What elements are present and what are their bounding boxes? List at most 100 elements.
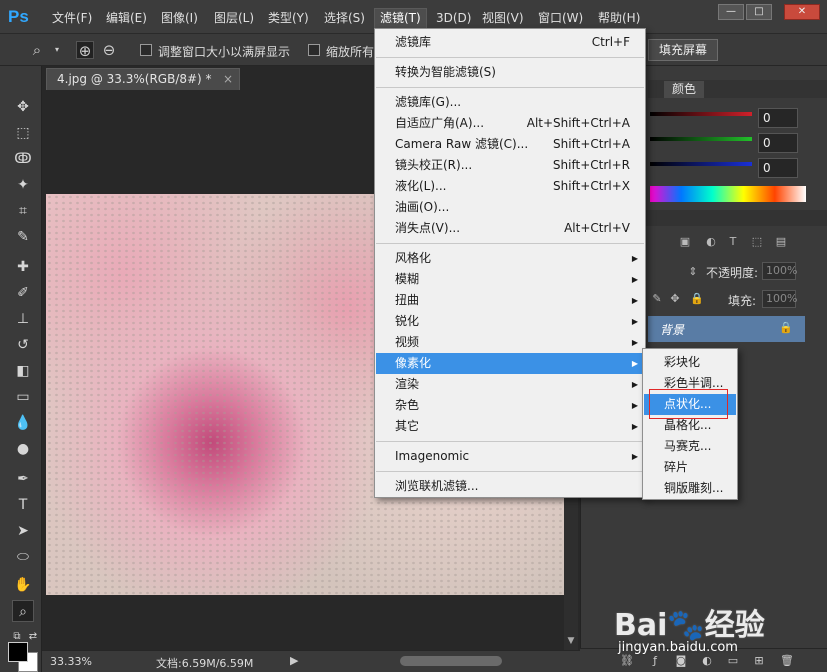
zoom-level[interactable]: 33.33% bbox=[50, 655, 92, 668]
eraser-tool-icon[interactable]: ◧ bbox=[12, 360, 34, 382]
type-layer-filter-icon[interactable]: T bbox=[726, 235, 740, 249]
pen-tool-icon[interactable]: ✒ bbox=[12, 468, 34, 490]
history-brush-tool-icon[interactable]: ↺ bbox=[12, 334, 34, 356]
submenu-arrow-icon: ▶ bbox=[631, 401, 638, 410]
blue-value-field[interactable]: 0 bbox=[758, 158, 798, 178]
zoom-tool-icon[interactable]: ⌕ bbox=[12, 600, 34, 622]
menu-image[interactable]: 图像(I) bbox=[161, 9, 198, 27]
filter-menu-item[interactable]: 像素化 ▶ bbox=[376, 353, 644, 374]
menu-view[interactable]: 视图(V) bbox=[482, 9, 524, 27]
filter-menu-item[interactable]: 液化(L)... Shift+Ctrl+X bbox=[376, 176, 644, 197]
tab-color[interactable]: 颜色 bbox=[664, 81, 704, 98]
hand-tool-icon[interactable]: ✋ bbox=[12, 574, 34, 596]
menu-filter[interactable]: 滤镜(T) bbox=[374, 8, 427, 28]
smart-object-filter-icon[interactable]: ▤ bbox=[774, 235, 788, 249]
maximize-button[interactable]: □ bbox=[746, 4, 772, 20]
filter-menu-item[interactable]: Imagenomic ▶ bbox=[376, 446, 644, 467]
green-slider[interactable] bbox=[650, 137, 752, 141]
fill-screen-button[interactable]: 填充屏幕 bbox=[648, 39, 718, 61]
menu-file[interactable]: 文件(F) bbox=[52, 9, 92, 27]
blend-mode-dropdown-icon[interactable]: ⇕ bbox=[686, 265, 700, 279]
red-value-field[interactable]: 0 bbox=[758, 108, 798, 128]
foreground-color-swatch[interactable] bbox=[8, 642, 28, 662]
pixelate-submenu-item[interactable]: 铜版雕刻... bbox=[644, 478, 736, 499]
lock-pixels-icon[interactable]: ✎ bbox=[650, 292, 664, 306]
lock-position-icon[interactable]: ✥ bbox=[668, 292, 682, 306]
menu-edit[interactable]: 编辑(E) bbox=[106, 9, 147, 27]
pixel-layer-filter-icon[interactable]: ▣ bbox=[678, 235, 692, 249]
filter-menu-item-label: 滤镜库 bbox=[395, 35, 432, 49]
filter-menu-item-label: 渲染 bbox=[395, 377, 420, 391]
pixelate-submenu-item[interactable]: 彩块化 bbox=[644, 352, 736, 373]
lock-all-icon[interactable]: 🔒 bbox=[690, 292, 704, 306]
fill-field[interactable]: 100% bbox=[762, 290, 797, 308]
path-selection-tool-icon[interactable]: ➤ bbox=[12, 520, 34, 542]
menu-window[interactable]: 窗口(W) bbox=[538, 9, 583, 27]
filter-menu-item[interactable]: 滤镜库(G)... bbox=[376, 92, 644, 113]
menu-select[interactable]: 选择(S) bbox=[324, 9, 365, 27]
filter-menu-item[interactable]: 锐化 ▶ bbox=[376, 311, 644, 332]
filter-menu-item[interactable]: 杂色 ▶ bbox=[376, 395, 644, 416]
magic-wand-tool-icon[interactable]: ✦ bbox=[12, 174, 34, 196]
filter-menu-item[interactable]: 渲染 ▶ bbox=[376, 374, 644, 395]
pixelate-submenu-item[interactable]: 碎片 bbox=[644, 457, 736, 478]
filter-menu-item[interactable]: 油画(O)... bbox=[376, 197, 644, 218]
blue-slider[interactable] bbox=[650, 162, 752, 166]
lasso-tool-icon[interactable]: ↂ bbox=[12, 148, 34, 170]
ellipse-tool-icon[interactable]: ⬭ bbox=[12, 546, 34, 568]
menu-help[interactable]: 帮助(H) bbox=[598, 9, 640, 27]
filter-menu-item[interactable]: 风格化 ▶ bbox=[376, 248, 644, 269]
filter-menu-item[interactable]: 浏览联机滤镜... bbox=[376, 476, 644, 497]
gradient-tool-icon[interactable]: ▭ bbox=[12, 386, 34, 408]
marquee-tool-icon[interactable]: ⬚ bbox=[12, 122, 34, 144]
move-tool-icon[interactable]: ✥ bbox=[12, 96, 34, 118]
zoom-out-icon[interactable]: ⊖ bbox=[100, 41, 118, 59]
close-icon[interactable]: × bbox=[223, 69, 233, 90]
menu-separator bbox=[376, 471, 644, 472]
blur-tool-icon[interactable]: 💧 bbox=[12, 412, 34, 434]
eyedropper-tool-icon[interactable]: ✎ bbox=[12, 226, 34, 248]
layer-row-background[interactable]: 背景 🔒 bbox=[648, 316, 805, 342]
adjustment-layer-filter-icon[interactable]: ◐ bbox=[704, 235, 718, 249]
filter-menu-item[interactable]: Camera Raw 滤镜(C)... Shift+Ctrl+A bbox=[376, 134, 644, 155]
minimize-button[interactable]: — bbox=[718, 4, 744, 20]
filter-menu-item[interactable]: 自适应广角(A)... Alt+Shift+Ctrl+A bbox=[376, 113, 644, 134]
healing-brush-tool-icon[interactable]: ✚ bbox=[12, 256, 34, 278]
color-spectrum-ramp[interactable] bbox=[650, 186, 806, 202]
filter-menu-item-label: 镜头校正(R)... bbox=[395, 158, 473, 172]
menu-layer[interactable]: 图层(L) bbox=[214, 9, 254, 27]
status-menu-icon[interactable]: ▶ bbox=[290, 654, 298, 667]
menu-3d[interactable]: 3D(D) bbox=[436, 9, 471, 27]
zoom-in-icon[interactable]: ⊕ bbox=[76, 41, 94, 60]
filter-menu-item[interactable]: 视频 ▶ bbox=[376, 332, 644, 353]
zoom-all-checkbox[interactable] bbox=[308, 44, 320, 56]
filter-menu-item-label: 锐化 bbox=[395, 314, 420, 328]
filter-menu-item[interactable]: 消失点(V)... Alt+Ctrl+V bbox=[376, 218, 644, 239]
filter-menu-item[interactable]: 滤镜库 Ctrl+F bbox=[376, 32, 644, 53]
scroll-down-icon[interactable]: ▼ bbox=[565, 636, 577, 648]
filter-menu-item[interactable]: 转换为智能滤镜(S) bbox=[376, 62, 644, 83]
filter-menu-item[interactable]: 扭曲 ▶ bbox=[376, 290, 644, 311]
brush-tool-icon[interactable]: ✐ bbox=[12, 282, 34, 304]
filter-menu-item-label: Imagenomic bbox=[395, 449, 470, 463]
dodge-tool-icon[interactable]: ● bbox=[12, 438, 34, 460]
filter-menu-item[interactable]: 其它 ▶ bbox=[376, 416, 644, 437]
filter-menu-item-label: 油画(O)... bbox=[395, 200, 450, 214]
green-value-field[interactable]: 0 bbox=[758, 133, 798, 153]
clone-stamp-tool-icon[interactable]: ⊥ bbox=[12, 308, 34, 330]
pixelate-submenu-item[interactable]: 马赛克... bbox=[644, 436, 736, 457]
red-slider[interactable] bbox=[650, 112, 752, 116]
zoom-tool-icon[interactable]: ⌕ bbox=[28, 41, 46, 59]
filter-menu-item[interactable]: 模糊 ▶ bbox=[376, 269, 644, 290]
opacity-field[interactable]: 100% bbox=[762, 262, 797, 280]
close-button[interactable]: ✕ bbox=[784, 4, 820, 20]
type-tool-icon[interactable]: T bbox=[12, 494, 34, 516]
horizontal-scrollbar-thumb[interactable] bbox=[400, 656, 502, 666]
document-tab[interactable]: 4.jpg @ 33.3%(RGB/8#) * × bbox=[46, 68, 240, 90]
tool-preset-dropdown-icon[interactable]: ▾ bbox=[48, 41, 66, 59]
crop-tool-icon[interactable]: ⌗ bbox=[12, 200, 34, 222]
shape-layer-filter-icon[interactable]: ⬚ bbox=[750, 235, 764, 249]
filter-menu-item[interactable]: 镜头校正(R)... Shift+Ctrl+R bbox=[376, 155, 644, 176]
menu-type[interactable]: 类型(Y) bbox=[268, 9, 309, 27]
resize-windows-checkbox[interactable] bbox=[140, 44, 152, 56]
